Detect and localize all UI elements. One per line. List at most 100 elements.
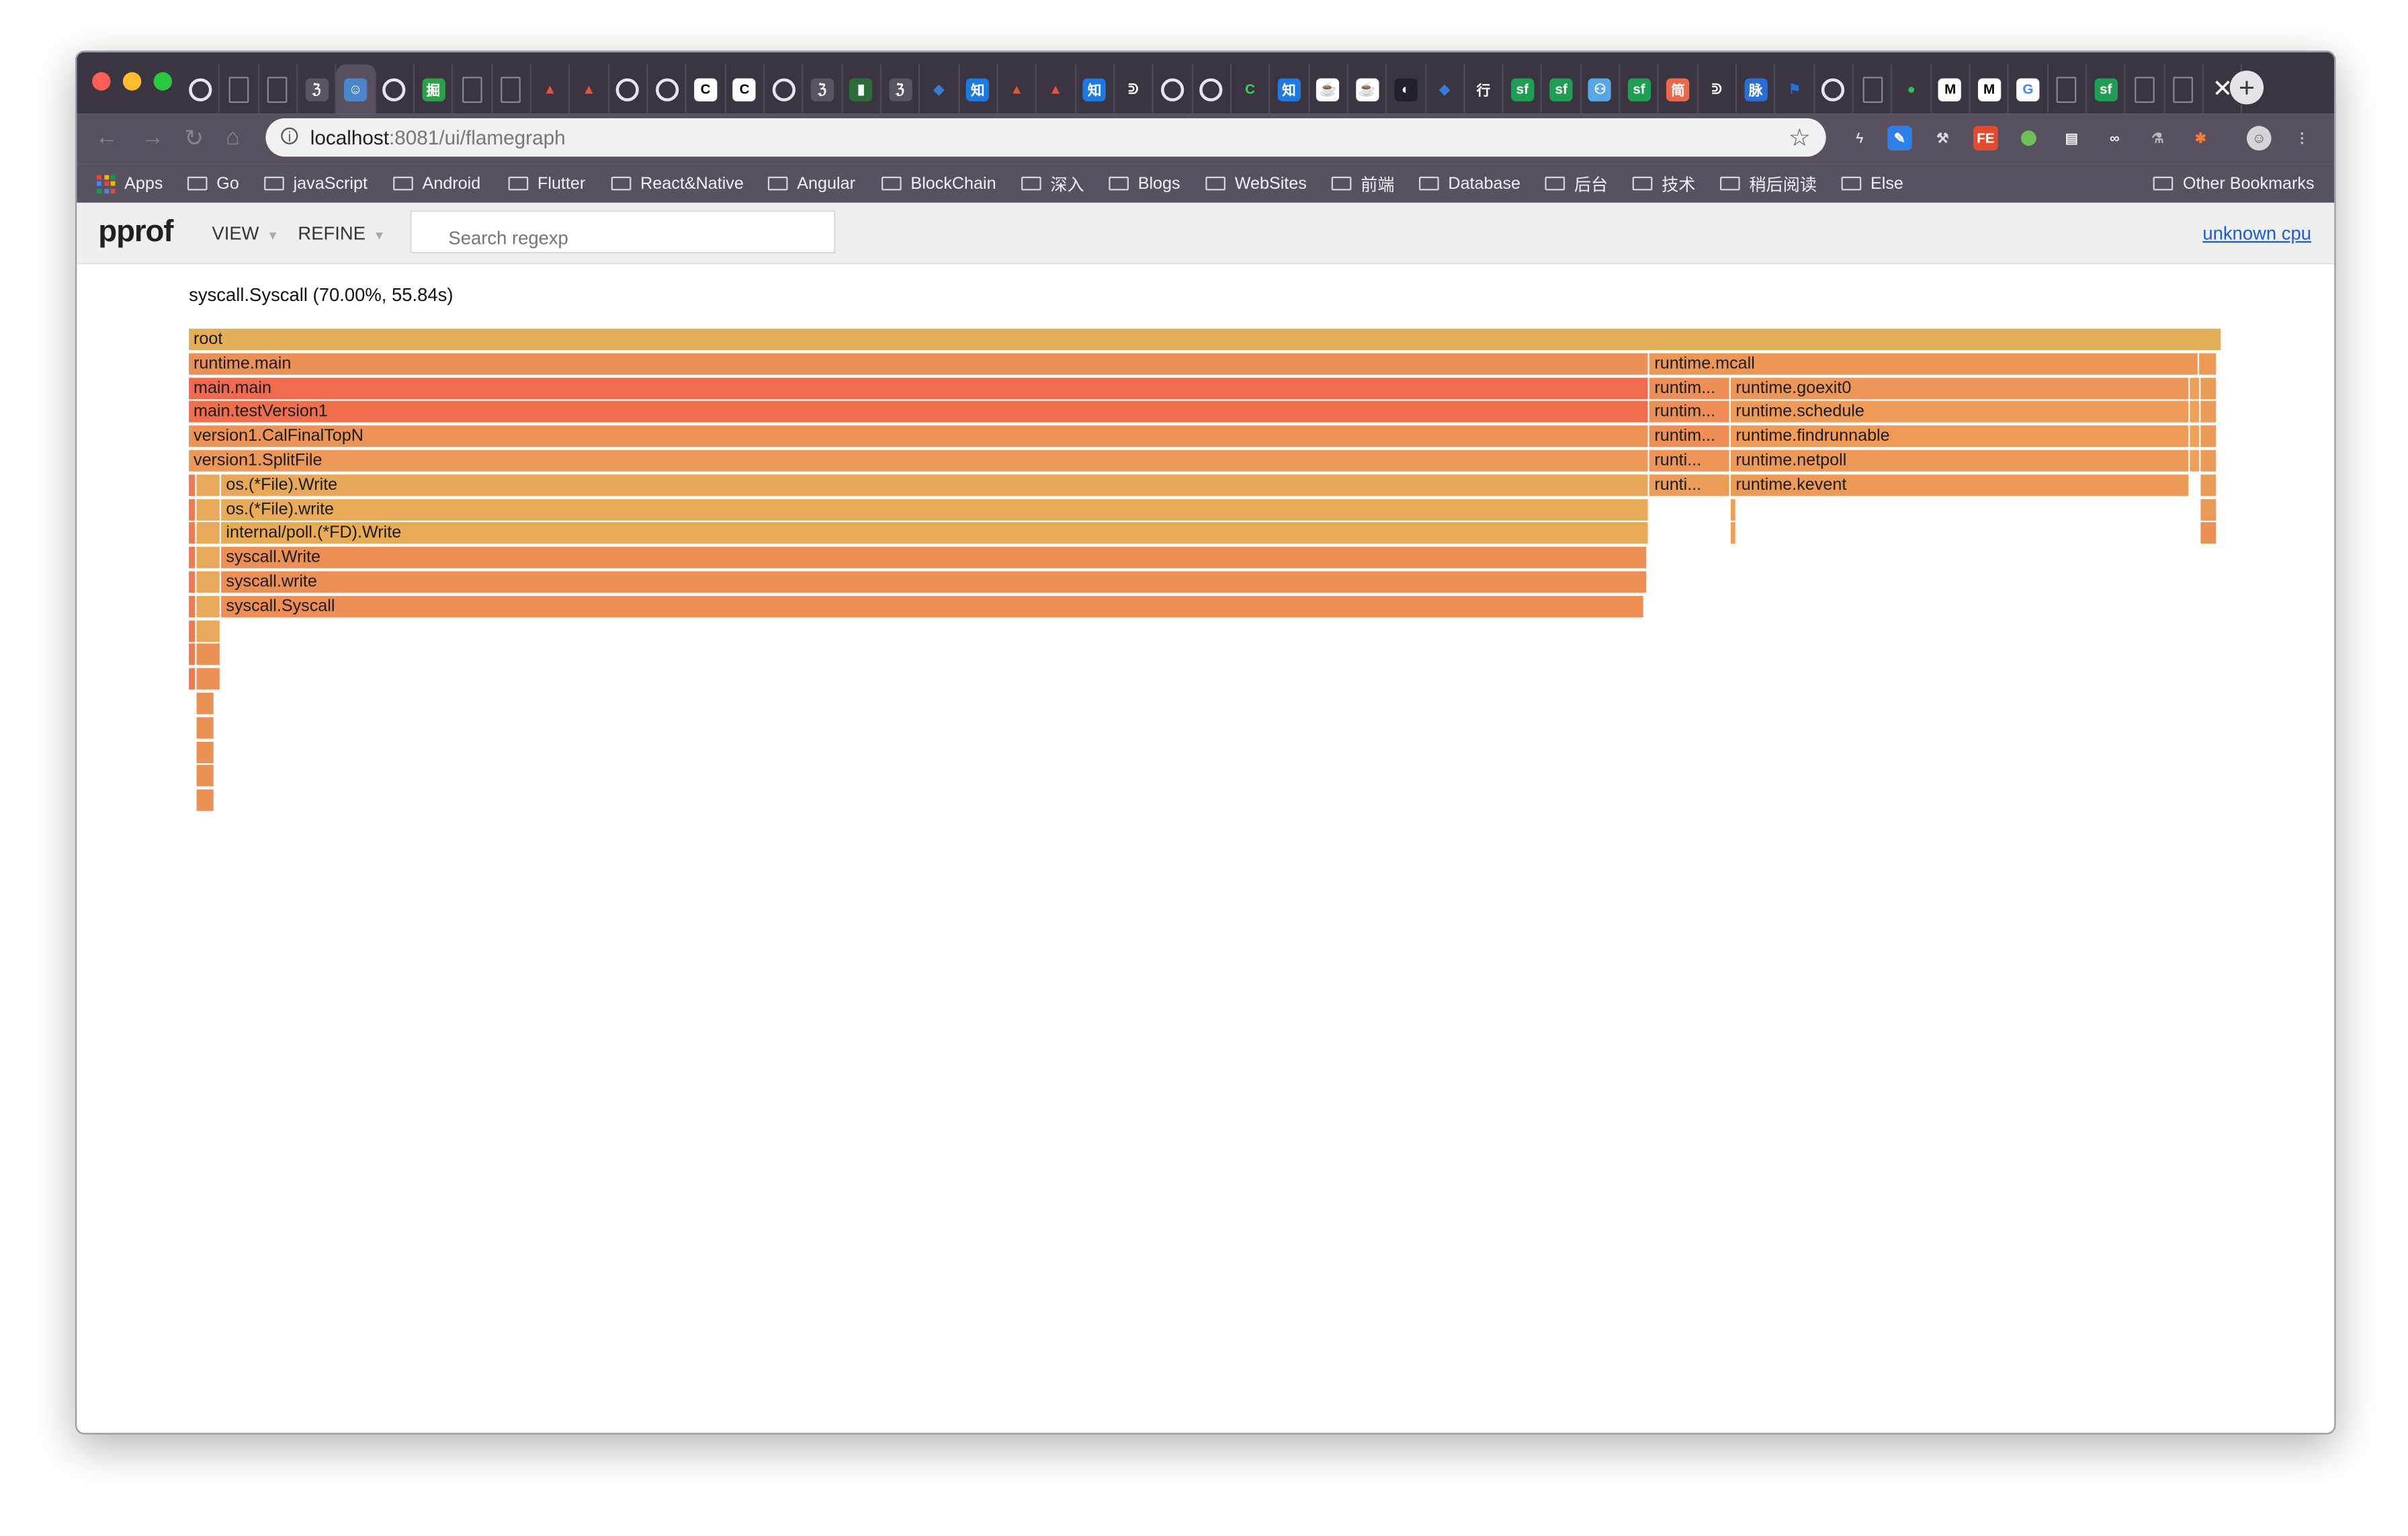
close-window-button[interactable] [92,72,111,91]
browser-tab[interactable]: 知 [1076,64,1115,114]
flame-frame[interactable] [197,644,222,667]
lightning-extension-icon[interactable]: ϟ [1847,126,1873,151]
flame-frame[interactable] [2198,353,2217,376]
browser-tab[interactable] [492,64,531,114]
back-icon[interactable]: ← [95,124,118,151]
browser-tab[interactable]: ▲ [531,64,570,114]
zoom-window-button[interactable] [153,72,172,91]
browser-tab[interactable]: ☺ [337,64,376,114]
minimize-window-button[interactable] [122,72,142,91]
flame-frame[interactable]: root [189,329,2223,352]
browser-tab[interactable]: ▲ [570,64,609,114]
refine-menu[interactable]: REFINE ▼ [298,222,385,244]
flame-frame[interactable] [189,523,198,546]
flame-frame[interactable] [189,620,198,643]
pen-extension-icon[interactable]: ✎ [1887,126,1912,151]
flame-frame[interactable]: version1.SplitFile [189,450,1650,473]
flame-frame[interactable] [2200,425,2217,449]
search-input[interactable] [410,210,836,254]
flame-frame[interactable] [189,571,198,595]
browser-tab[interactable]: sf [1504,64,1543,114]
browser-tab[interactable]: 知 [1271,64,1309,114]
bookmark-folder[interactable]: Database [1418,172,1520,195]
url-text[interactable]: localhost:8081/ui/flamegraph [310,126,566,148]
flame-frame[interactable] [189,498,198,522]
reload-icon[interactable]: ↻ [184,124,204,152]
bookmark-folder[interactable]: Angular [767,172,855,195]
browser-tab[interactable] [2165,64,2204,114]
flame-frame[interactable] [1731,498,1737,522]
bookmark-folder[interactable]: 技术 [1632,172,1695,195]
flame-frame[interactable] [197,523,222,546]
bookmark-folder[interactable]: React&Native [611,172,744,195]
flame-frame[interactable] [197,668,222,691]
browser-tab[interactable]: 简 [1660,64,1698,114]
flame-frame[interactable] [2200,474,2217,498]
browser-tab[interactable]: 知 [959,64,998,114]
flame-frame[interactable]: os.(*File).write [221,498,1650,522]
menu-kebab-icon[interactable]: ⋮ [2289,126,2315,151]
browser-tab[interactable]: 行 [1465,64,1504,114]
flask-extension-icon[interactable]: ⚗ [2145,126,2170,151]
flame-frame[interactable]: runtime.main [189,353,1650,376]
browser-tab[interactable] [1854,64,1893,114]
flame-frame[interactable]: runtime.mcall [1649,353,2199,376]
green-dot-extension-icon[interactable] [2016,126,2041,151]
browser-tab[interactable]: ☕ [1348,64,1387,114]
flame-frame[interactable] [197,595,222,619]
browser-tab[interactable]: ℨ [804,64,843,114]
flame-frame[interactable] [189,595,198,619]
new-tab-button[interactable]: + [2229,71,2264,105]
bookmark-folder[interactable]: 后台 [1545,172,1608,195]
bookmark-folder[interactable]: javaScript [264,172,368,195]
apps-shortcut[interactable]: Apps [96,172,163,195]
flame-frame[interactable]: os.(*File).Write [221,474,1650,498]
browser-tab[interactable] [648,64,687,114]
browser-tab[interactable]: C [687,64,726,114]
flame-frame[interactable]: internal/poll.(*FD).Write [221,523,1650,546]
flame-frame[interactable] [2190,450,2201,473]
flame-frame[interactable] [2190,377,2201,400]
flame-frame[interactable]: runtime.netpoll [1731,450,2191,473]
flame-frame[interactable]: runti... [1649,474,1731,498]
browser-tab[interactable] [609,64,648,114]
flame-frame[interactable] [189,547,198,570]
bookmark-folder[interactable]: WebSites [1205,172,1307,195]
flame-frame[interactable]: runtime.findrunnable [1731,425,2191,449]
flame-frame[interactable] [197,692,216,716]
flame-frame[interactable] [197,790,216,813]
bookmark-folder[interactable]: Else [1841,172,1903,195]
browser-tab[interactable]: C [726,64,765,114]
profile-link[interactable]: unknown cpu [2202,222,2311,244]
browser-tab[interactable]: G [2010,64,2049,114]
view-menu[interactable]: VIEW ▼ [212,222,279,244]
flame-frame[interactable] [189,644,198,667]
bookmark-folder[interactable]: Go [187,172,239,195]
home-icon[interactable]: ⌂ [226,124,240,151]
bookmark-folder[interactable]: Flutter [508,172,585,195]
flame-frame[interactable]: runtime.goexit0 [1731,377,2191,400]
browser-tab[interactable] [181,64,220,114]
browser-tab[interactable] [454,64,492,114]
flame-frame[interactable] [189,474,198,498]
flame-frame[interactable] [197,474,222,498]
flame-frame[interactable] [197,716,216,740]
flame-frame[interactable]: runtim... [1649,377,1731,400]
browser-tab[interactable]: ☕ [1309,64,1348,114]
browser-tab[interactable] [1154,64,1193,114]
browser-tab[interactable]: ▲ [998,64,1037,114]
flame-frame[interactable] [2200,401,2217,425]
browser-tab[interactable]: sf [1621,64,1660,114]
tool-extension-icon[interactable]: ⚒ [1930,126,1955,151]
flame-frame[interactable]: runtime.schedule [1731,401,2191,425]
flame-frame[interactable]: runti... [1649,450,1731,473]
address-bar[interactable]: i localhost:8081/ui/flamegraph ☆ [265,118,1826,157]
glasses-extension-icon[interactable]: ∞ [2102,126,2127,151]
browser-tab[interactable] [765,64,804,114]
browser-tab[interactable]: ᕲ [1698,64,1737,114]
bookmark-folder[interactable]: 前端 [1331,172,1394,195]
bookmark-folder[interactable]: Blogs [1109,172,1180,195]
browser-tab[interactable]: 掘 [415,64,454,114]
browser-tab[interactable] [220,64,259,114]
browser-tab[interactable]: ℨ [298,64,337,114]
